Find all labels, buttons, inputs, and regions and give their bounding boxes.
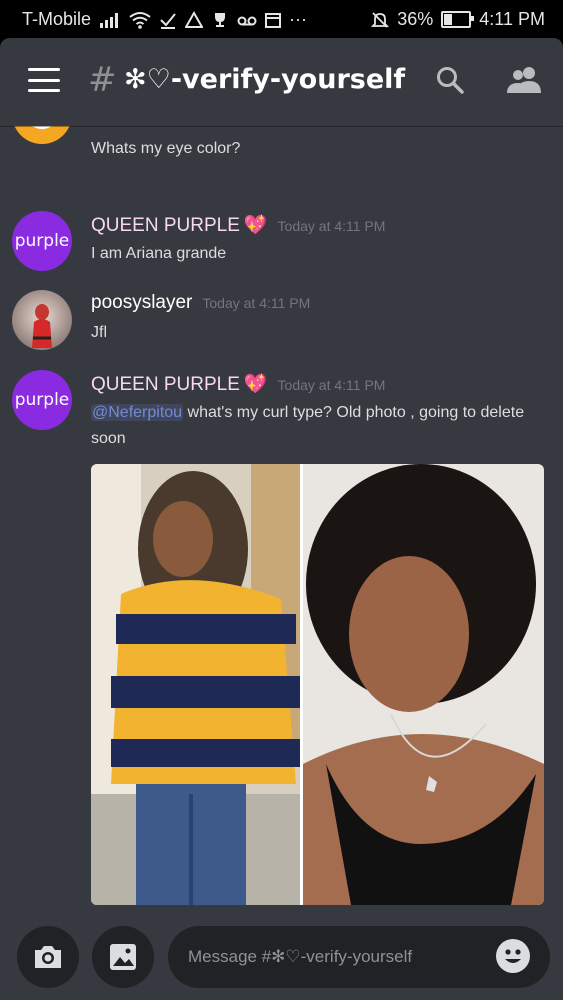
message-item: purple QUEEN PURPLE 💖 Today at 4:11 PM I a…	[0, 207, 563, 277]
user-photo-icon	[32, 304, 52, 348]
search-icon	[437, 67, 464, 94]
avatar[interactable]	[12, 290, 72, 350]
channel-hash-icon: #	[88, 60, 117, 100]
username[interactable]: poosyslayer	[91, 292, 192, 313]
camera-icon	[35, 946, 61, 968]
search-button[interactable]	[432, 62, 468, 98]
user-mention[interactable]: @Neferpitou	[91, 404, 184, 421]
discord-default-avatar-icon	[32, 126, 52, 129]
avatar[interactable]: purple	[12, 370, 72, 430]
camera-button[interactable]	[17, 926, 79, 988]
message-item: Whats my eye color?	[0, 126, 563, 176]
username[interactable]: QUEEN PURPLE	[91, 374, 240, 395]
timestamp: Today at 4:11 PM	[277, 377, 386, 393]
menu-line	[28, 89, 60, 92]
avatar[interactable]: purple	[12, 211, 72, 271]
channel-header: # ✻♡-verify-yourself	[0, 38, 563, 126]
calendar-icon	[265, 12, 282, 28]
members-icon	[507, 67, 541, 93]
message-input[interactable]	[186, 946, 490, 968]
message-header: QUEEN PURPLE 💖 Today at 4:11 PM	[91, 213, 385, 237]
composer-bar	[0, 918, 563, 1000]
clock: 4:11 PM	[479, 9, 545, 29]
menu-line	[28, 78, 60, 82]
gallery-button[interactable]	[92, 926, 154, 988]
battery-level	[444, 14, 453, 25]
more-notifications-icon: ···	[289, 9, 308, 29]
trophy-icon	[215, 12, 226, 27]
message-content: Whats my eye color?	[91, 140, 241, 157]
emoji-icon	[505, 949, 521, 963]
notifications-off-icon	[371, 11, 390, 28]
image-icon	[110, 944, 136, 970]
message-list[interactable]: Whats my eye color? purple QUEEN PURPLE 💖…	[0, 126, 563, 918]
timestamp: Today at 4:11 PM	[202, 295, 311, 311]
menu-line	[28, 68, 60, 71]
message-content: @Neferpitou what's my curl type? Old pho…	[91, 400, 531, 452]
member-list-button[interactable]	[506, 62, 542, 98]
carrier-label: T-Mobile	[22, 9, 92, 29]
sparkling-heart-icon: 💖	[243, 374, 268, 395]
message-content: Jfl	[91, 324, 107, 341]
timestamp: Today at 4:11 PM	[277, 218, 386, 234]
hamburger-menu-button[interactable]	[28, 68, 60, 92]
avatar[interactable]	[12, 126, 72, 144]
image-attachment[interactable]	[91, 464, 544, 905]
status-bar: T-Mobile ··· 36% 4:11 PM	[0, 0, 563, 38]
message-input-box[interactable]	[168, 926, 550, 988]
discord-app: # ✻♡-verify-yourself Whats my eye color?…	[0, 38, 563, 1000]
battery-icon	[441, 11, 475, 28]
message-header: QUEEN PURPLE 💖 Today at 4:11 PM	[91, 372, 385, 396]
sparkling-heart-icon: 💖	[243, 215, 268, 236]
battery-percent: 36%	[397, 9, 434, 29]
voicemail-icon	[237, 16, 257, 25]
signal-icon	[100, 12, 119, 28]
emoji-button[interactable]	[496, 939, 530, 973]
attachment-photo	[91, 464, 544, 905]
message-content: I am Ariana grande	[91, 245, 227, 262]
username[interactable]: QUEEN PURPLE	[91, 215, 240, 236]
message-item: poosyslayer Today at 4:11 PM Jfl	[0, 286, 563, 356]
wifi-icon	[129, 11, 151, 29]
message-header: poosyslayer Today at 4:11 PM	[91, 292, 310, 314]
check-download-icon	[160, 12, 176, 29]
channel-title: ✻♡-verify-yourself	[124, 64, 406, 95]
warning-triangle-icon	[185, 10, 204, 28]
